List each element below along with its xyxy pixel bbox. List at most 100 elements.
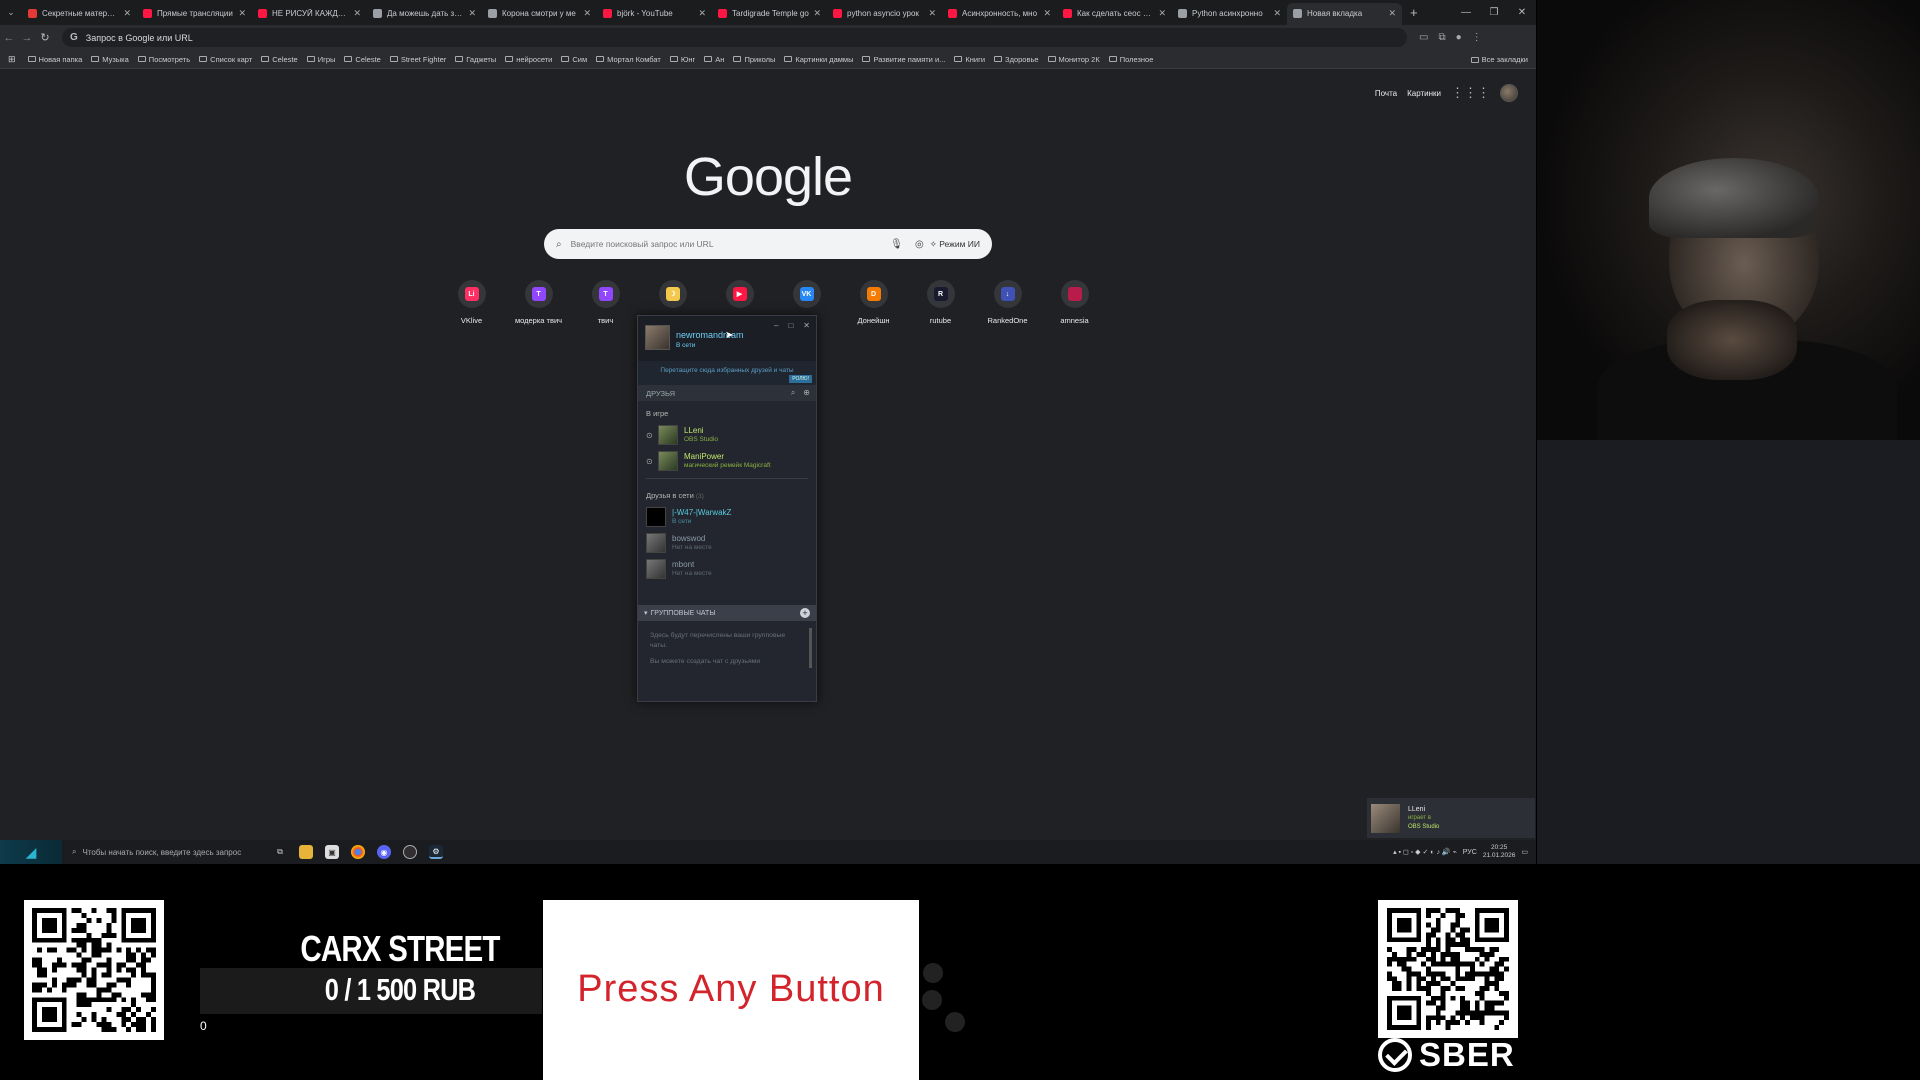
tab-10[interactable]: Python асинхронно ✕	[1172, 3, 1287, 25]
tab-4[interactable]: Корона смотри у ме ✕	[482, 3, 597, 25]
bookmark-folder[interactable]: Юнг	[669, 55, 695, 64]
chrome-icon[interactable]	[351, 845, 365, 859]
obs-icon[interactable]	[403, 845, 417, 859]
bookmark-folder[interactable]: Игры	[306, 55, 335, 64]
tab-3[interactable]: Да можешь дать зада ✕	[367, 3, 482, 25]
taskbar-search[interactable]: ⌕ Чтобы начать поиск, введите здесь запр…	[62, 847, 267, 857]
steam-notification[interactable]: LLeni играет в OBS Studio	[1367, 798, 1535, 838]
steam-username[interactable]: newromandream	[676, 330, 744, 340]
new-tab-button[interactable]: +	[1402, 5, 1426, 20]
friend-row[interactable]: |-W47-|WarwakZ В сети	[638, 504, 816, 530]
discord-icon[interactable]: ◉	[377, 845, 391, 859]
close-tab-icon[interactable]: ✕	[698, 8, 706, 19]
bookmark-folder[interactable]: Монитор 2К	[1047, 55, 1100, 64]
minimize-icon[interactable]: —	[1452, 7, 1480, 18]
install-icon[interactable]: ▭	[1419, 32, 1428, 43]
bookmark-folder[interactable]: Celeste	[344, 55, 381, 64]
close-tab-icon[interactable]: ✕	[813, 8, 821, 19]
bookmark-folder[interactable]: нейросети	[505, 55, 552, 64]
add-friend-icon[interactable]: ⊕	[803, 388, 810, 398]
close-tab-icon[interactable]: ✕	[1158, 8, 1166, 19]
apps-icon[interactable]: ⊞	[8, 54, 16, 65]
tab-5[interactable]: björk - YouTube ✕	[597, 3, 712, 25]
shortcut-tile[interactable]: ↓ RankedOne	[974, 280, 1041, 325]
close-icon[interactable]: ✕	[1508, 7, 1536, 18]
bookmark-folder[interactable]: Список карт	[199, 55, 252, 64]
bookmark-folder[interactable]: Сим	[561, 55, 587, 64]
close-tab-icon[interactable]: ✕	[1043, 8, 1051, 19]
extensions-icon[interactable]: ⧉	[1438, 32, 1445, 43]
tab-8[interactable]: Асинхронность, мно ✕	[942, 3, 1057, 25]
file-explorer-icon[interactable]	[299, 845, 313, 859]
bookmark-folder[interactable]: Здоровье	[994, 55, 1039, 64]
address-bar[interactable]: G Запрос в Google или URL	[62, 28, 1407, 47]
bookmark-folder[interactable]: Книги	[954, 55, 985, 64]
search-box[interactable]: ⌕ Введите поисковый запрос или URL 🎙 ◎ ✧…	[544, 229, 992, 259]
minimize-icon[interactable]: –	[774, 321, 778, 330]
bookmark-folder[interactable]: Celeste	[261, 55, 298, 64]
steam-avatar[interactable]	[645, 325, 670, 350]
close-tab-icon[interactable]: ✕	[583, 8, 591, 19]
steam-icon[interactable]: ⚙	[429, 845, 443, 859]
shortcut-tile[interactable]: Tмодерка твич	[505, 280, 572, 325]
back-icon[interactable]: ←	[0, 32, 18, 44]
language-indicator[interactable]: РУС	[1463, 849, 1477, 856]
search-icon[interactable]: ⌕	[791, 388, 795, 398]
bookmark-folder[interactable]: Картинки даммы	[784, 55, 853, 64]
friend-expand-icon[interactable]: ⊙	[646, 431, 658, 440]
close-tab-icon[interactable]: ✕	[468, 8, 476, 19]
menu-icon[interactable]: ⋮	[1472, 32, 1482, 43]
close-tab-icon[interactable]: ✕	[123, 8, 131, 19]
microphone-icon[interactable]: 🎙	[890, 239, 903, 250]
friend-row[interactable]: ⊙ ManiPower магический ремейк Magicraft	[638, 448, 816, 474]
add-group-chat-icon[interactable]: +	[800, 608, 810, 618]
shortcut-tile[interactable]: Tтвич	[572, 280, 639, 325]
tab-9[interactable]: Как сделать сеос рой ✕	[1057, 3, 1172, 25]
tab-11[interactable]: Новая вкладка ✕	[1287, 2, 1402, 25]
shortcut-tile[interactable]: Li VKlive	[438, 280, 505, 325]
profile-icon[interactable]: ●	[1456, 32, 1462, 43]
tab-2[interactable]: НЕ РИСУЙ КАЖДЫЙ ✕	[252, 3, 367, 25]
task-view-icon[interactable]: ⧉	[273, 845, 287, 859]
close-tab-icon[interactable]: ✕	[928, 8, 936, 19]
friends-header[interactable]: ДРУЗЬЯ ⌕ ⊕	[638, 385, 816, 401]
tab-1[interactable]: Прямые трансляции ✕	[137, 3, 252, 25]
search-input[interactable]: Введите поисковый запрос или URL	[571, 239, 879, 249]
bookmark-folder[interactable]: Мортал Комбат	[596, 55, 661, 64]
restore-icon[interactable]: ❐	[1480, 7, 1508, 18]
notifications-icon[interactable]: ▭	[1521, 848, 1528, 856]
bookmark-folder[interactable]: Полезное	[1108, 55, 1153, 64]
clock[interactable]: 20:25 21.01.2026	[1483, 844, 1516, 860]
reload-icon[interactable]: ↻	[36, 31, 54, 44]
bookmark-folder[interactable]: Музыка	[91, 55, 129, 64]
scrollbar[interactable]	[809, 628, 812, 668]
bookmark-folder[interactable]: Развитие памяти и...	[862, 55, 945, 64]
bookmark-folder[interactable]: Street Fighter	[389, 55, 446, 64]
mail-link[interactable]: Почта	[1375, 89, 1397, 98]
shortcut-tile[interactable]: amnesia	[1041, 280, 1108, 325]
tab-search-icon[interactable]: ⌄	[0, 7, 22, 18]
start-button[interactable]: ◢	[0, 840, 62, 864]
friend-row[interactable]: ⊙ LLeni OBS Studio	[638, 422, 816, 448]
google-apps-icon[interactable]: ⋮⋮⋮	[1451, 85, 1490, 101]
friend-row[interactable]: bowswod Нет на месте	[638, 530, 816, 556]
friend-row[interactable]: mbont Нет на месте	[638, 556, 816, 582]
avatar[interactable]	[1500, 84, 1518, 102]
bookmark-folder[interactable]: Новая папка	[27, 55, 82, 64]
close-tab-icon[interactable]: ✕	[353, 8, 361, 19]
tray-icons[interactable]: ▴ ▪ ◻ ▫ ◆ ✓ ◐ ♪ 🔊 ⌁	[1393, 848, 1457, 856]
shortcut-tile[interactable]: D Донейшн	[840, 280, 907, 325]
close-tab-icon[interactable]: ✕	[238, 8, 246, 19]
group-chats-header[interactable]: ▾ ГРУППОВЫЕ ЧАТЫ +	[638, 605, 816, 621]
close-tab-icon[interactable]: ✕	[1273, 8, 1281, 19]
shortcut-tile[interactable]: Rrutube	[907, 280, 974, 325]
bookmark-folder[interactable]: Гаджеты	[455, 55, 496, 64]
close-tab-icon[interactable]: ✕	[1388, 8, 1396, 19]
friend-expand-icon[interactable]: ⊙	[646, 457, 658, 466]
favorites-dropzone[interactable]: Перетащите сюда избранных друзей и чаты …	[638, 361, 816, 385]
forward-icon[interactable]: →	[18, 32, 36, 44]
images-link[interactable]: Картинки	[1407, 89, 1441, 98]
tab-0[interactable]: Секретные материалы ✕	[22, 3, 137, 25]
tab-6[interactable]: Tardigrade Temple go ✕	[712, 3, 827, 25]
lens-icon[interactable]: ◎	[915, 239, 924, 250]
